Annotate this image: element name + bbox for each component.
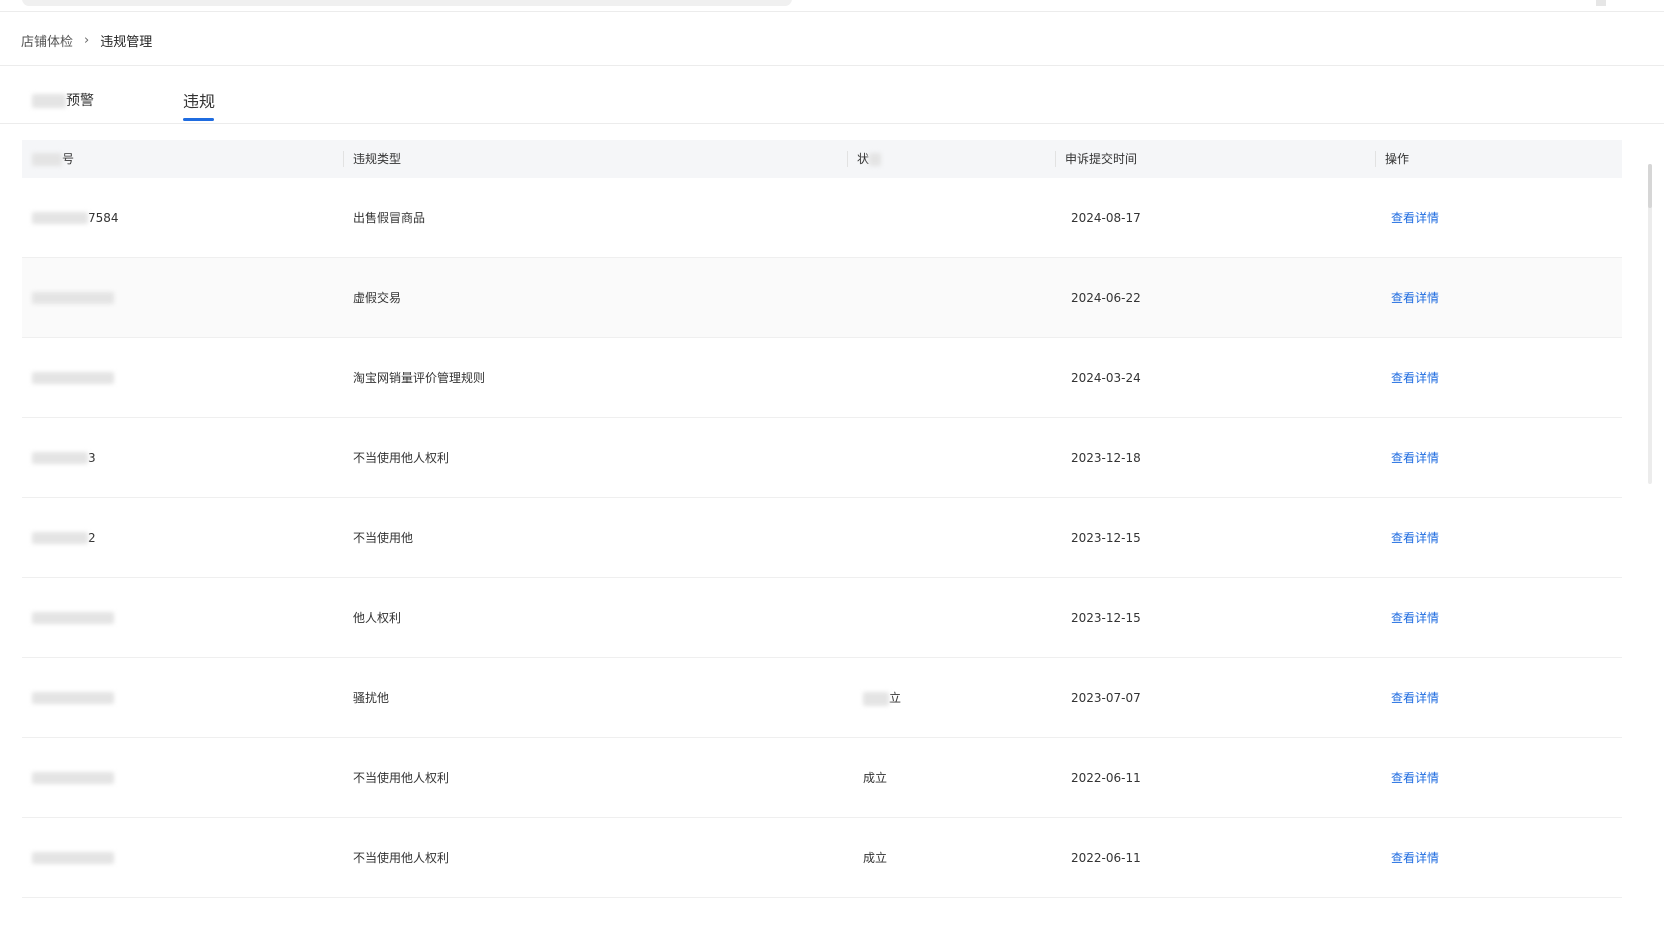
violation-id-cell	[22, 371, 343, 385]
violation-type-cell: 不当使用他人权利	[353, 851, 450, 865]
search-input[interactable]	[22, 0, 792, 6]
appeal-time-cell: 2024-03-24	[1071, 370, 1141, 385]
violation-type-cell: 骚扰他	[353, 691, 390, 705]
masked-id	[32, 612, 114, 624]
appeal-time-cell: 2024-06-22	[1071, 290, 1141, 305]
table-row: 3 不当使用他人权利 2023-12-18 查看详情	[22, 418, 1622, 498]
column-header-appeal-time: 申诉提交时间	[1055, 140, 1375, 178]
action-cell: 查看详情	[1375, 609, 1622, 626]
status-cell: 立	[847, 689, 1055, 706]
violation-id-cell	[22, 691, 343, 705]
masked-id	[32, 532, 88, 544]
violation-id-fragment: 3	[88, 450, 96, 465]
violation-type-cell: 淘宝网销量评价管理规则	[353, 371, 486, 385]
view-details-link[interactable]: 查看详情	[1391, 211, 1439, 225]
action-cell: 查看详情	[1375, 289, 1622, 306]
column-header-action: 操作	[1375, 140, 1622, 178]
chevron-right-icon: ›	[84, 32, 90, 48]
violation-id-cell: 2	[22, 531, 343, 545]
column-header-type: 违规类型	[343, 140, 847, 178]
tab-warning[interactable]: 预警	[32, 90, 94, 122]
action-cell: 查看详情	[1375, 849, 1622, 866]
tab-violation[interactable]: 违规	[183, 88, 216, 121]
action-cell: 查看详情	[1375, 369, 1622, 386]
view-details-link[interactable]: 查看详情	[1391, 451, 1439, 465]
masked-id	[32, 692, 114, 704]
appeal-time-cell: 2023-12-18	[1071, 450, 1141, 465]
appeal-time-cell: 2023-07-07	[1071, 690, 1141, 705]
column-header-id: 号	[22, 140, 343, 178]
status-text: 成立	[863, 851, 888, 865]
violation-type-cell: 不当使用他	[353, 531, 414, 545]
view-details-link[interactable]: 查看详情	[1391, 371, 1439, 385]
table-row: 虚假交易 2024-06-22 查看详情	[22, 258, 1622, 338]
violation-type-cell: 不当使用他人权利	[353, 451, 450, 465]
breadcrumb-current: 违规管理	[100, 34, 153, 50]
table-row: 不当使用他人权利 成立 2022-06-11 查看详情	[22, 818, 1622, 898]
action-cell: 查看详情	[1375, 689, 1622, 706]
masked-id	[32, 292, 114, 304]
tab-bar: 预警 违规	[0, 66, 1664, 124]
view-details-link[interactable]: 查看详情	[1391, 531, 1439, 545]
violation-type-cell: 他人权利	[353, 611, 402, 625]
active-tab-indicator	[183, 118, 214, 121]
top-bar	[0, 0, 1664, 12]
view-details-link[interactable]: 查看详情	[1391, 291, 1439, 305]
masked-text	[32, 94, 66, 108]
table-row: 他人权利 2023-12-15 查看详情	[22, 578, 1622, 658]
masked-id	[32, 212, 88, 224]
violation-id-fragment: 7584	[88, 210, 119, 225]
status-cell: 成立	[847, 769, 1055, 786]
table-row: 7584 出售假冒商品 2024-08-17 查看详情	[22, 178, 1622, 258]
table-row: 2 不当使用他 2023-12-15 查看详情	[22, 498, 1622, 578]
appeal-time-cell: 2023-12-15	[1071, 610, 1141, 625]
masked-text	[869, 153, 882, 166]
violation-type-cell: 虚假交易	[353, 291, 402, 305]
tab-violation-label: 违规	[183, 92, 216, 111]
violation-id-cell	[22, 771, 343, 785]
tab-warning-label: 预警	[66, 93, 94, 109]
table-row: 骚扰他 立 2023-07-07 查看详情	[22, 658, 1622, 738]
column-header-status: 状	[847, 140, 1055, 178]
action-cell: 查看详情	[1375, 769, 1622, 786]
masked-id	[32, 372, 114, 384]
masked-id	[32, 452, 88, 464]
violation-id-fragment: 2	[88, 530, 96, 545]
masked-text	[863, 691, 889, 706]
violation-id-cell	[22, 851, 343, 865]
status-text: 成立	[863, 771, 888, 785]
view-details-link[interactable]: 查看详情	[1391, 611, 1439, 625]
violation-id-cell: 7584	[22, 211, 343, 225]
view-details-link[interactable]: 查看详情	[1391, 691, 1439, 705]
breadcrumb: 店铺体检 › 违规管理	[21, 30, 152, 50]
masked-id	[32, 852, 114, 864]
appeal-time-cell: 2023-12-15	[1071, 530, 1141, 545]
table-body: 7584 出售假冒商品 2024-08-17 查看详情 虚假交易 2024-06-22 查看…	[22, 178, 1622, 898]
appeal-time-cell: 2022-06-11	[1071, 770, 1141, 785]
violation-id-cell: 3	[22, 451, 343, 465]
status-cell: 成立	[847, 849, 1055, 866]
violation-id-cell	[22, 291, 343, 305]
masked-text	[32, 153, 62, 166]
action-cell: 查看详情	[1375, 529, 1622, 546]
breadcrumb-shop-checkup-link[interactable]: 店铺体检	[21, 31, 73, 50]
violation-table: 号 违规类型 状 申诉提交时间 操作 7584 出售假冒商品 2024-08-17 查…	[22, 140, 1622, 898]
action-cell: 查看详情	[1375, 209, 1622, 226]
table-row: 不当使用他人权利 成立 2022-06-11 查看详情	[22, 738, 1622, 818]
scrollbar-thumb[interactable]	[1648, 164, 1652, 208]
appeal-time-cell: 2022-06-11	[1071, 850, 1141, 865]
view-details-link[interactable]: 查看详情	[1391, 771, 1439, 785]
masked-id	[32, 772, 114, 784]
violation-type-cell: 出售假冒商品	[353, 211, 426, 225]
appeal-time-cell: 2024-08-17	[1071, 210, 1141, 225]
view-details-link[interactable]: 查看详情	[1391, 851, 1439, 865]
user-menu-icon[interactable]	[1596, 0, 1606, 6]
action-cell: 查看详情	[1375, 449, 1622, 466]
vertical-scrollbar[interactable]	[1648, 164, 1652, 484]
table-row: 淘宝网销量评价管理规则 2024-03-24 查看详情	[22, 338, 1622, 418]
violation-id-cell	[22, 611, 343, 625]
violation-type-cell: 不当使用他人权利	[353, 771, 450, 785]
table-header: 号 违规类型 状 申诉提交时间 操作	[22, 140, 1622, 178]
status-text: 立	[889, 691, 902, 705]
